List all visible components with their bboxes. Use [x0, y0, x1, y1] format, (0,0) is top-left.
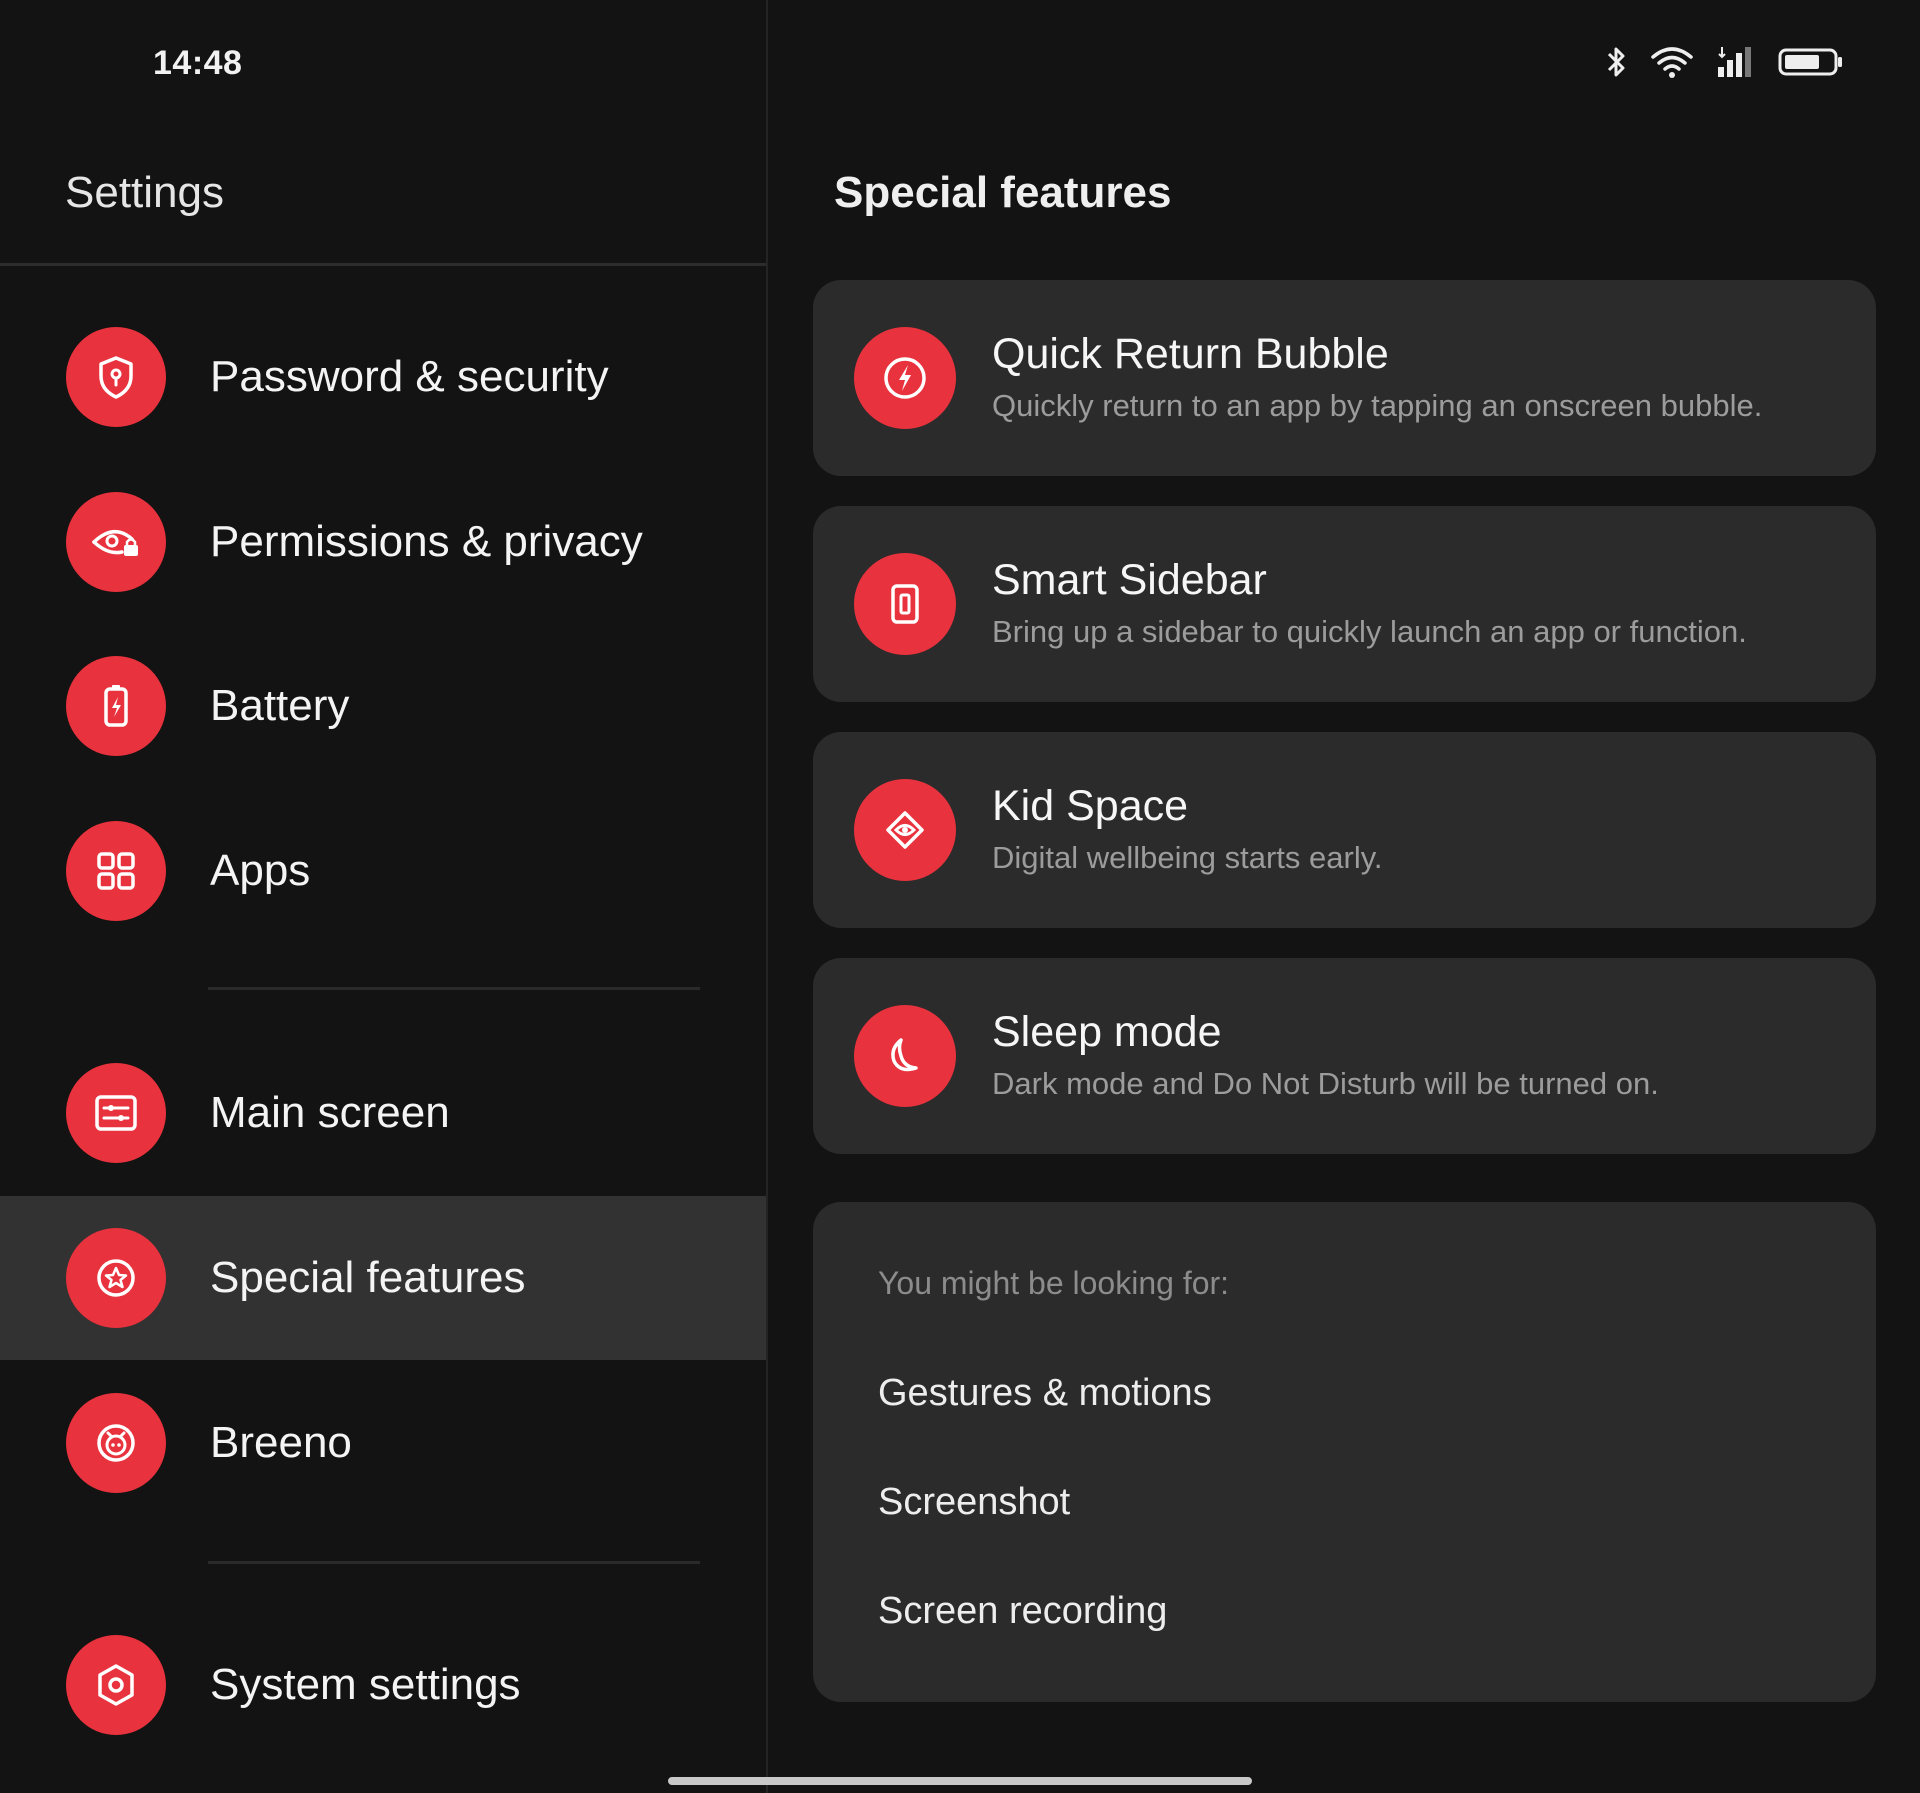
settings-sidebar: Settings Password & security Permissions…	[0, 0, 766, 1793]
kid-face-icon	[854, 779, 956, 881]
sidebar-item-label: System settings	[210, 1660, 521, 1709]
sidebar-item-label: Apps	[210, 846, 311, 895]
gear-icon	[66, 1635, 166, 1735]
suggestion-link-screen-recording[interactable]: Screen recording	[878, 1590, 1167, 1633]
sidebar-item-label: Battery	[210, 681, 350, 730]
sidebar-item-permissions-privacy[interactable]: Permissions & privacy	[0, 460, 766, 624]
suggestions-heading: You might be looking for:	[878, 1265, 1230, 1301]
sidebar-item-label: Special features	[210, 1253, 526, 1302]
sidebar-icon	[854, 553, 956, 655]
sidebar-item-label: Permissions & privacy	[210, 517, 643, 566]
feature-description: Digital wellbeing starts early.	[992, 840, 1383, 875]
feature-text: Sleep mode Dark mode and Do Not Disturb …	[992, 1006, 1659, 1106]
sidebar-group-divider	[208, 1561, 700, 1564]
home-screen-icon	[66, 1063, 166, 1163]
sidebar-item-apps[interactable]: Apps	[0, 789, 766, 953]
feature-description: Dark mode and Do Not Disturb will be tur…	[992, 1066, 1659, 1101]
status-icons	[1606, 40, 1844, 84]
home-indicator[interactable]	[668, 1777, 1252, 1785]
feature-text: Smart Sidebar Bring up a sidebar to quic…	[992, 554, 1747, 654]
bluetooth-icon	[1606, 45, 1628, 79]
apps-grid-icon	[66, 821, 166, 921]
sidebar-item-system-settings[interactable]: System settings	[0, 1603, 766, 1767]
sidebar-item-label: Password & security	[210, 352, 609, 401]
feature-card-sleep-mode[interactable]: Sleep mode Dark mode and Do Not Disturb …	[813, 958, 1876, 1154]
sidebar-title: Settings	[65, 168, 224, 217]
wifi-icon	[1650, 45, 1694, 79]
feature-description: Bring up a sidebar to quickly launch an …	[992, 614, 1747, 649]
feature-title: Smart Sidebar	[992, 556, 1267, 604]
feature-card-quick-return-bubble[interactable]: Quick Return Bubble Quickly return to an…	[813, 280, 1876, 476]
eye-lock-icon	[66, 492, 166, 592]
feature-text: Kid Space Digital wellbeing starts early…	[992, 780, 1383, 880]
feature-description: Quickly return to an app by tapping an o…	[992, 388, 1763, 423]
sidebar-group-divider	[208, 987, 700, 990]
feature-card-smart-sidebar[interactable]: Smart Sidebar Bring up a sidebar to quic…	[813, 506, 1876, 702]
sidebar-item-main-screen[interactable]: Main screen	[0, 1031, 766, 1195]
moon-icon	[854, 1005, 956, 1107]
star-icon	[66, 1228, 166, 1328]
sidebar-header-divider	[0, 263, 766, 266]
assistant-icon	[66, 1393, 166, 1493]
sidebar-item-label: Main screen	[210, 1088, 450, 1137]
sidebar-item-special-features[interactable]: Special features	[0, 1196, 766, 1360]
sidebar-item-battery[interactable]: Battery	[0, 624, 766, 788]
feature-text: Quick Return Bubble Quickly return to an…	[992, 328, 1762, 428]
suggestions-card: You might be looking for: Gestures & mot…	[813, 1202, 1876, 1702]
sidebar-item-breeno[interactable]: Breeno	[0, 1361, 766, 1525]
sidebar-item-label: Breeno	[210, 1418, 352, 1467]
battery-icon	[1778, 45, 1844, 79]
pane-divider	[766, 0, 768, 1793]
suggestion-link-screenshot[interactable]: Screenshot	[878, 1481, 1070, 1524]
feature-card-kid-space[interactable]: Kid Space Digital wellbeing starts early…	[813, 732, 1876, 928]
feature-title: Sleep mode	[992, 1008, 1222, 1056]
sidebar-item-password-security[interactable]: Password & security	[0, 295, 766, 459]
page-title: Special features	[834, 168, 1172, 217]
feature-title: Quick Return Bubble	[992, 330, 1389, 378]
cellular-signal-icon	[1716, 45, 1756, 79]
shield-icon	[66, 327, 166, 427]
battery-icon	[66, 656, 166, 756]
bolt-icon	[854, 327, 956, 429]
feature-title: Kid Space	[992, 782, 1189, 830]
suggestion-link-gestures-motions[interactable]: Gestures & motions	[878, 1372, 1212, 1415]
